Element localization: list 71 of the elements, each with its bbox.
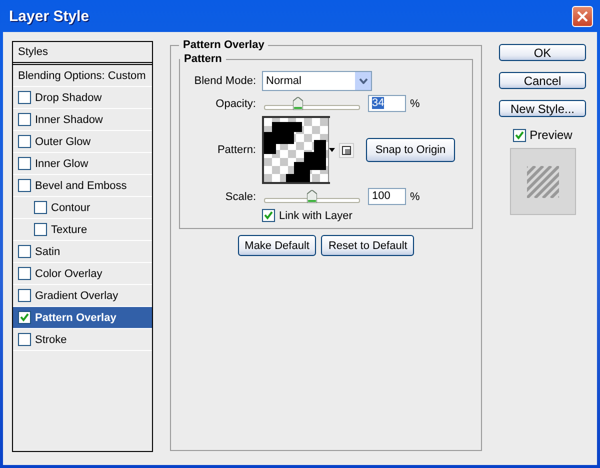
checkbox[interactable]	[18, 289, 31, 302]
styles-header[interactable]: Styles	[18, 46, 48, 58]
checkbox[interactable]	[18, 245, 31, 258]
window-title: Layer Style	[9, 8, 90, 24]
unit-label: %	[410, 190, 420, 202]
style-list-item[interactable]: Drop Shadow	[13, 87, 152, 109]
style-label: Stroke	[35, 334, 67, 346]
chevron-icon	[358, 78, 368, 84]
group-title: Pattern	[183, 53, 223, 65]
new-preset-button[interactable]	[339, 142, 354, 158]
style-list-item[interactable]: Color Overlay	[13, 263, 152, 285]
style-label: Drop Shadow	[35, 92, 102, 104]
checkbox-label: Link with Layer	[279, 210, 352, 222]
blending-options-item[interactable]: Blending Options: Custom	[18, 70, 146, 82]
field-label: Pattern:	[216, 144, 256, 156]
style-list-item[interactable]: Contour	[13, 197, 152, 219]
close-button[interactable]	[572, 6, 593, 26]
close-icon	[576, 10, 589, 22]
checkbox[interactable]	[18, 113, 31, 126]
field-label: Blend Mode:	[193, 75, 256, 87]
style-label: Satin	[35, 246, 60, 258]
style-label: Contour	[51, 202, 90, 214]
style-list-item[interactable]: Stroke	[13, 329, 152, 351]
style-list-item[interactable]: Bevel and Emboss	[13, 175, 152, 197]
blend-mode-dropdown[interactable]: Normal	[262, 71, 372, 91]
checkbox-label: Preview	[530, 128, 572, 142]
field-label: Opacity:	[214, 98, 256, 110]
checkbox[interactable]	[34, 223, 47, 236]
checkbox[interactable]	[18, 135, 31, 148]
unit-label: %	[410, 98, 420, 110]
slider-thumb[interactable]	[293, 96, 304, 110]
opacity-field[interactable]: 34	[368, 95, 406, 112]
style-label: Inner Glow	[35, 158, 88, 170]
pattern-swatch-drawing[interactable]	[264, 118, 328, 182]
field-label: Scale:	[224, 190, 256, 202]
checkbox[interactable]	[18, 267, 31, 280]
new-style-button[interactable]: New Style...	[499, 100, 586, 117]
style-label: Inner Shadow	[35, 114, 103, 126]
style-list-item[interactable]: Inner Shadow	[13, 109, 152, 131]
checkbox[interactable]	[18, 333, 31, 346]
cancel-button[interactable]: Cancel	[499, 72, 586, 89]
checkbox[interactable]	[512, 128, 526, 142]
caret-icon[interactable]	[329, 148, 335, 152]
style-label: Gradient Overlay	[35, 290, 118, 302]
style-list-item[interactable]: Texture	[13, 219, 152, 241]
checkbox[interactable]	[18, 179, 31, 192]
default-button[interactable]: Reset to Default	[321, 235, 414, 256]
checkbox[interactable]	[18, 91, 31, 104]
snap-to-origin-button[interactable]: Snap to Origin	[366, 138, 455, 162]
hatched-square-icon	[526, 166, 558, 198]
page-icon	[342, 146, 351, 154]
checkbox[interactable]	[34, 201, 47, 214]
style-list-item[interactable]: Outer Glow	[13, 131, 152, 153]
default-button[interactable]: Make Default	[238, 235, 316, 256]
style-label: Bevel and Emboss	[35, 180, 127, 192]
opacity-slider[interactable]	[264, 96, 360, 110]
ok-button[interactable]: OK	[499, 44, 586, 61]
checkbox[interactable]	[18, 311, 31, 324]
scale-slider[interactable]	[264, 190, 360, 204]
checkbox[interactable]	[262, 209, 275, 222]
style-label: Color Overlay	[35, 268, 102, 280]
style-list-item[interactable]: Inner Glow	[13, 153, 152, 175]
group-title: Pattern Overlay	[182, 39, 266, 51]
style-list-item[interactable]: Satin	[13, 241, 152, 263]
style-label: Outer Glow	[35, 136, 91, 148]
style-label: Texture	[51, 224, 88, 236]
style-label: Pattern Overlay	[35, 312, 116, 324]
style-list-item[interactable]: Pattern Overlay	[13, 307, 152, 329]
slider-thumb[interactable]	[307, 190, 317, 202]
checkbox[interactable]	[18, 157, 31, 170]
scale-field[interactable]: 100	[368, 188, 406, 205]
